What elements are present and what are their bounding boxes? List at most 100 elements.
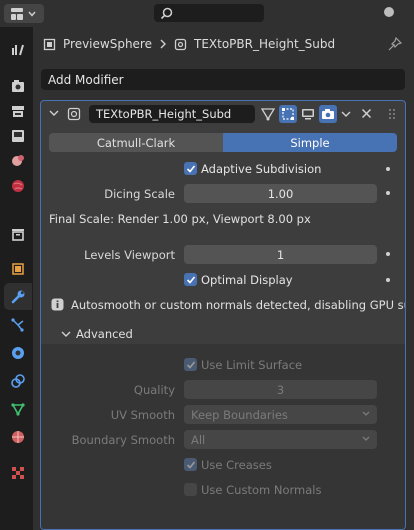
drag-handle-icon[interactable] [387,107,397,121]
uv-smooth-value: Keep Boundaries [191,407,288,422]
edit-mode-icon[interactable] [279,105,297,123]
chevron-down-icon [362,411,370,416]
tab-physics[interactable] [4,339,32,366]
options-icon[interactable] [384,7,394,17]
tab-tool[interactable] [4,35,32,62]
checkmark-icon [186,360,195,369]
type-option-simple[interactable]: Simple [223,133,397,152]
boundary-smooth-value: All [191,432,206,447]
keyframe-dot[interactable] [386,167,390,171]
boundary-smooth-label: Boundary Smooth [71,433,175,447]
dicing-scale-row: Dicing Scale 1.00 [41,184,405,204]
boundary-smooth-row: Boundary Smooth All [41,430,405,450]
use-custom-normals-checkbox[interactable] [184,483,197,496]
editor-type-selector[interactable] [4,4,44,23]
modifier-name-field[interactable]: TEXtoPBR_Height_Subd [89,105,255,123]
checkmark-icon [186,460,195,469]
breadcrumb-object: PreviewSphere [63,37,152,51]
subdivision-type-selector: Catmull-Clark Simple [49,133,397,152]
chevron-right-icon [160,39,166,49]
edit-cage-icon[interactable] [259,105,277,123]
tab-render[interactable] [4,72,32,99]
use-limit-surface-checkbox[interactable] [184,358,197,371]
object-square-icon [43,38,56,50]
final-scale-text: Final Scale: Render 1.00 px, Viewport 8.… [49,212,311,226]
search-input[interactable] [154,4,264,22]
output-icon [12,105,24,117]
boundary-smooth-dropdown[interactable]: All [184,430,377,449]
use-creases-row: Use Creases [41,456,405,476]
adaptive-subdivision-row: Adaptive Subdivision [41,160,405,180]
chevron-down-icon [362,436,370,441]
optimal-display-row: Optimal Display [41,271,405,291]
tab-modifiers[interactable] [4,283,32,310]
tab-constraints[interactable] [4,367,32,394]
keyframe-dot[interactable] [386,278,390,282]
keyframe-dot[interactable] [386,191,390,195]
tab-view-layer[interactable] [4,122,32,149]
optimal-display-checkbox[interactable] [184,273,197,286]
chevron-down-icon [28,11,36,17]
use-custom-normals-row: Use Custom Normals [41,481,405,501]
particles-icon [11,317,24,332]
subsurf-modifier-icon [67,107,81,121]
collection-icon [12,228,24,241]
advanced-title: Advanced [76,327,133,341]
texture-icon [12,466,24,479]
tab-object[interactable] [4,255,32,282]
tab-scene[interactable] [4,147,32,174]
material-icon [12,430,24,443]
add-modifier-label: Add Modifier [48,72,124,87]
add-modifier-button[interactable]: Add Modifier [41,69,405,90]
tab-texture[interactable] [4,459,32,486]
physics-icon [12,346,24,359]
optimal-display-label: Optimal Display [201,273,293,287]
header-bar [0,0,414,27]
dicing-scale-field[interactable]: 1.00 [184,184,377,203]
chevron-down-icon[interactable] [49,109,59,117]
checkmark-icon [186,164,195,173]
levels-viewport-row: Levels Viewport 1 [41,245,405,265]
keyframe-dot[interactable] [386,252,390,256]
object-icon [12,262,24,275]
info-row: Autosmooth or custom normals detected, d… [41,295,405,315]
close-icon[interactable] [361,108,372,119]
use-custom-normals-label: Use Custom Normals [201,483,322,497]
quality-label: Quality [133,383,175,397]
adaptive-subdivision-checkbox[interactable] [184,162,197,175]
dicing-scale-label: Dicing Scale [104,187,175,201]
quality-row: Quality 3 [41,380,405,400]
tool-icon [12,44,24,55]
use-limit-surface-label: Use Limit Surface [201,358,303,372]
properties-editor-icon [11,7,23,20]
tab-data[interactable] [4,395,32,422]
uv-smooth-row: UV Smooth Keep Boundaries [41,405,405,425]
info-icon [51,298,64,311]
modifier-square-icon [174,38,187,50]
adaptive-subdivision-label: Adaptive Subdivision [201,162,322,176]
pin-icon[interactable] [388,36,403,54]
chevron-down-icon [61,331,71,337]
mesh-data-icon [11,402,25,416]
checkmark-icon [186,275,195,284]
type-option-catmull-clark[interactable]: Catmull-Clark [49,133,223,152]
world-icon [12,179,24,192]
uv-smooth-label: UV Smooth [110,408,175,422]
tab-world[interactable] [4,172,32,199]
tab-material[interactable] [4,423,32,450]
modifier-header: TEXtoPBR_Height_Subd [41,101,405,126]
advanced-subpanel-header[interactable]: Advanced [41,325,405,345]
levels-viewport-label: Levels Viewport [84,248,175,262]
realtime-icon[interactable] [299,105,317,123]
chevron-down-icon[interactable] [341,110,351,118]
tab-particles[interactable] [4,311,32,338]
levels-viewport-field[interactable]: 1 [184,245,377,264]
render-camera-icon[interactable] [319,105,337,123]
scene-icon [12,154,24,166]
uv-smooth-dropdown[interactable]: Keep Boundaries [184,405,377,424]
quality-field[interactable]: 3 [184,380,377,399]
tab-collection[interactable] [4,220,32,247]
advanced-subpanel: Use Limit Surface Quality 3 UV Smooth Ke… [41,344,405,529]
use-creases-checkbox[interactable] [184,458,197,471]
tab-output[interactable] [4,97,32,124]
